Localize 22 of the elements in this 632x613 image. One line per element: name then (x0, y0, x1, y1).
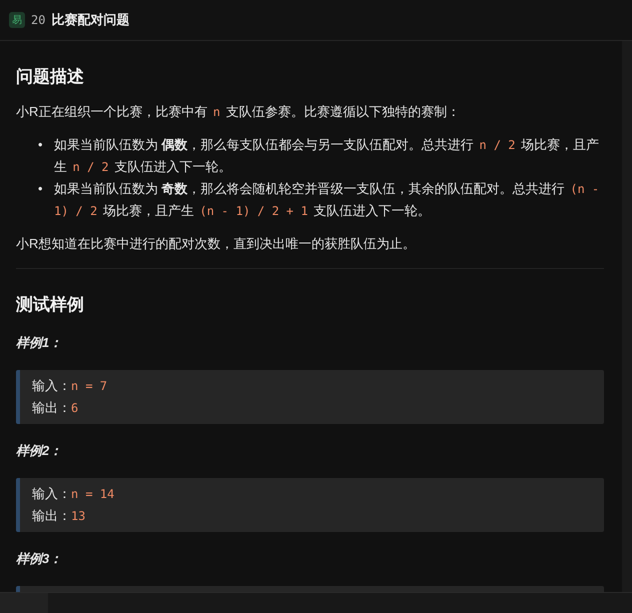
line-value: n = 14 (71, 487, 114, 501)
line-value: n = 7 (71, 379, 108, 393)
line-value: 6 (71, 401, 78, 415)
problem-title: 比赛配对问题 (51, 11, 130, 29)
line-label: 输出： (32, 400, 71, 415)
paragraph: 小R正在组织一个比赛，比赛中有 n 支队伍参赛。比赛遵循以下独特的赛制： (16, 103, 461, 121)
line-label: 输入： (32, 378, 71, 393)
paragraph: 小R想知道在比赛中进行的配对次数，直到决出唯一的获胜队伍为止。 (16, 235, 416, 253)
sample-label: 样例1： (16, 334, 64, 352)
sample-label: 样例2： (16, 442, 64, 460)
line-label: 输出： (32, 508, 71, 523)
section-heading: 问题描述 (16, 66, 85, 88)
problem-number: 20 (31, 13, 46, 27)
sample-label: 样例3： (16, 550, 64, 568)
bullet: • (38, 136, 44, 154)
list-item: 如果当前队伍数为 奇数，那么将会随机轮空并晋级一支队伍，其余的队伍配对。总共进行 (n - 1) / 2 场比赛，且产生 (n - 1) / 2 + 1 支队伍进入下一轮。 (54, 180, 600, 220)
bullet: • (38, 180, 44, 198)
section-heading: 测试样例 (16, 294, 85, 316)
difficulty-badge: 易 (9, 12, 25, 28)
list-item: 如果当前队伍数为 偶数，那么每支队伍都会与另一支队伍配对。总共进行 n / 2 场比赛，且产生 n / 2 支队伍进入下一轮。 (54, 136, 600, 176)
line-value: 13 (71, 509, 86, 523)
line-label: 输入： (32, 486, 71, 501)
